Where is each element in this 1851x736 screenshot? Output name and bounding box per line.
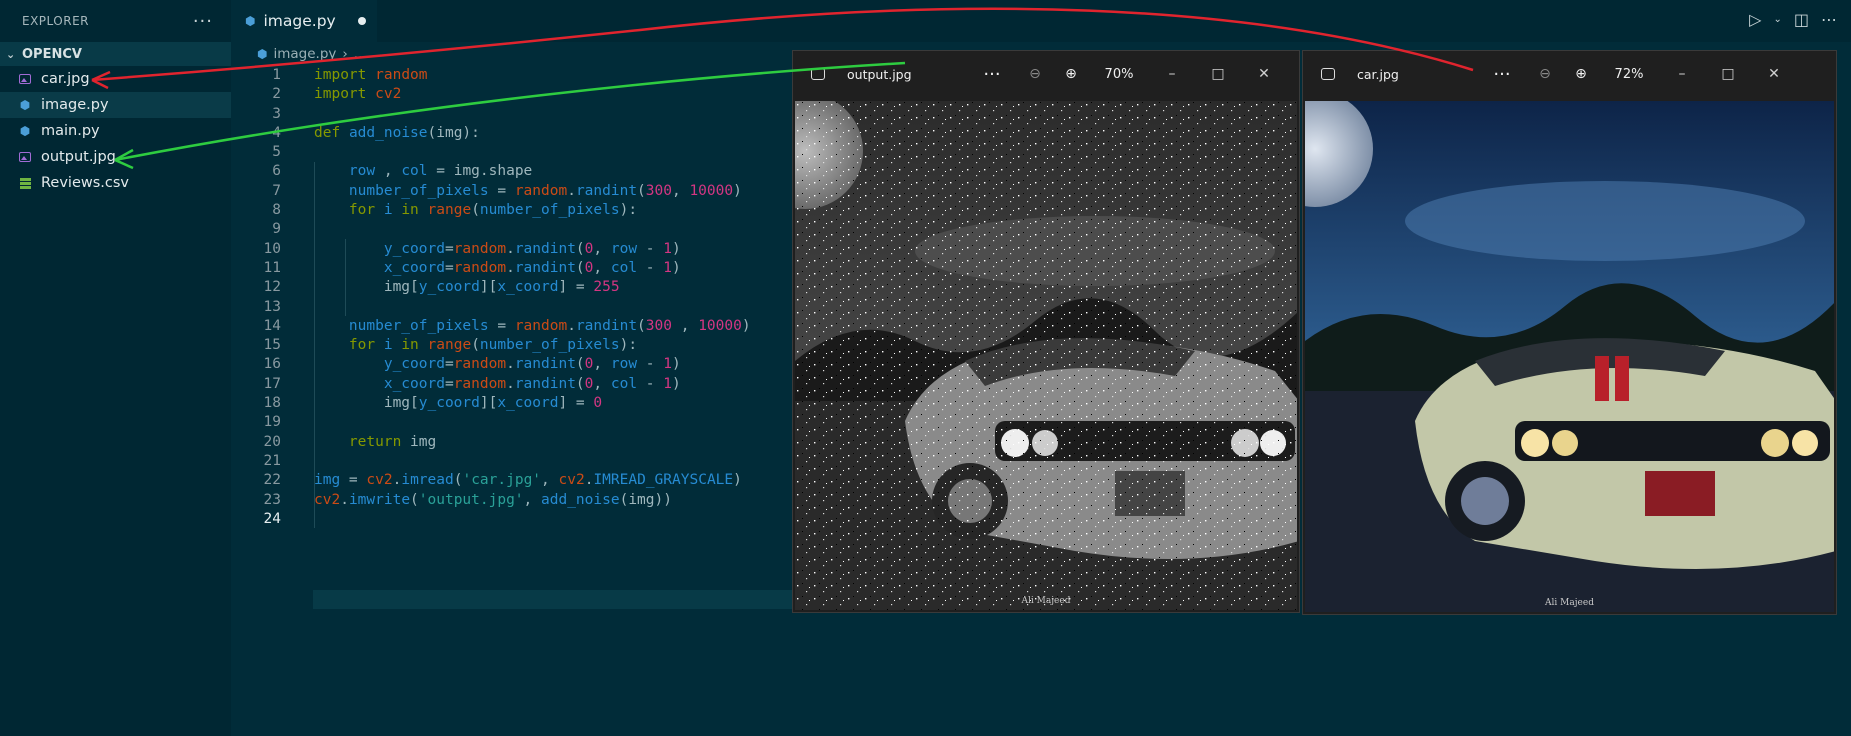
green-arrow bbox=[114, 61, 906, 162]
annotation-arrows bbox=[91, 7, 1474, 170]
red-arrow bbox=[91, 7, 1474, 82]
